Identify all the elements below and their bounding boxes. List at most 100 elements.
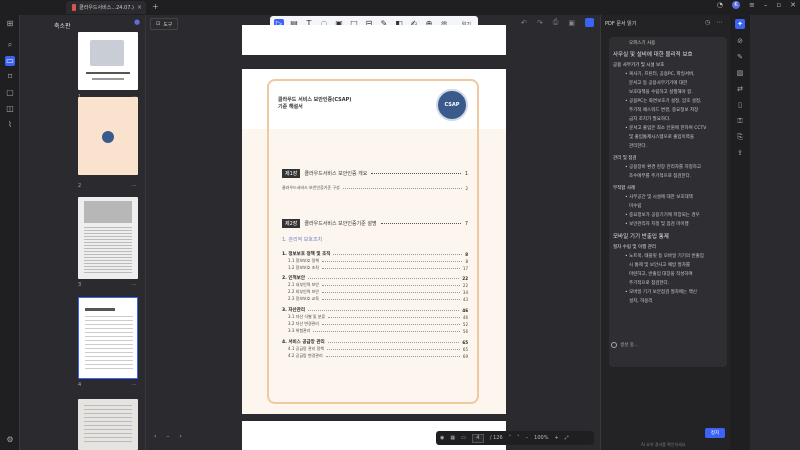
page-number-input[interactable]: 4 — [471, 433, 484, 443]
toc-label: 3.2 자산 변경관리 — [288, 321, 319, 326]
save-icon[interactable]: ▣ — [568, 19, 575, 27]
chapter-page: 1 — [464, 170, 468, 177]
summary-line: 금지 조치가 필요하다. — [629, 117, 671, 122]
thumbnail-more-icon[interactable]: ⋯ — [132, 282, 137, 288]
summary-line: 주기적 패스워드 변경, 중요정보 저장 — [629, 108, 699, 113]
toc-row[interactable]: 클라우드서비스 보안인증기준 구성 2 — [282, 185, 468, 191]
summary-line: 공용 사무기기 및 시설 보호 — [613, 63, 665, 68]
undo-icon[interactable]: ↶ — [521, 19, 527, 27]
toc-row[interactable]: 1.1 정보보호 정책 8 — [288, 258, 468, 264]
page-thumbnail-1[interactable] — [78, 32, 138, 90]
document-viewer: ⊡ 도구 ▷ ▤ T ◌ ▣ □ ⊟ ✎ ◧ ✍ ⊕ ♒ 읽기 ↶ ↷ ⎙ ▣ … — [146, 15, 600, 450]
close-tab-icon[interactable]: × — [137, 4, 142, 11]
toc-row[interactable]: 2.1 내부인력 보안 22 — [288, 282, 468, 288]
toc-row[interactable]: 3.1 자산 식별 및 분류 46 — [288, 314, 468, 320]
toc-row[interactable]: 1.2 정보보호 조직 17 — [288, 265, 468, 271]
zoom-in-icon[interactable]: + — [554, 435, 558, 441]
thumbnail-panel-title: 축소판 — [54, 23, 71, 30]
new-tab-button[interactable]: + — [152, 2, 159, 11]
summary-line: 사무실 및 설비에 대한 물리적 보호 — [613, 52, 693, 58]
toc-page: 43 — [462, 296, 468, 302]
toc-row[interactable]: 1. 정보보호 정책 및 조직 8 — [282, 251, 468, 258]
present-icon[interactable]: ▭ — [461, 435, 466, 441]
thumbnail-page-number: 2 — [78, 183, 82, 189]
fullscreen-icon[interactable]: ⤢ — [565, 435, 569, 441]
redo-icon[interactable]: ↷ — [537, 19, 543, 27]
menu-icon[interactable]: ≡ — [749, 1, 755, 9]
layers-icon[interactable]: ◫ — [5, 104, 15, 114]
toc-row[interactable]: 4.1 공급망 관리 정책 65 — [288, 346, 468, 352]
zoom-out-small-icon[interactable]: – — [166, 433, 169, 440]
close-window-icon[interactable]: ✕ — [790, 1, 796, 9]
toc-row[interactable]: 3.2 자산 변경관리 52 — [288, 321, 468, 327]
share-icon[interactable]: ⇪ — [735, 148, 745, 158]
toc-row[interactable]: 2. 인적보안 22 — [282, 275, 468, 282]
summary-line: 조수에부를 주기적으로 점검한다. — [629, 174, 692, 179]
export-icon[interactable]: ⎘ — [735, 132, 745, 142]
page-up-icon[interactable]: ˄ — [509, 435, 512, 441]
print-icon[interactable]: ⎙ — [553, 18, 559, 27]
image-icon[interactable]: ▨ — [735, 68, 745, 78]
toc-label: 2.2 외부인력 보안 — [288, 289, 319, 294]
summary-line: • 공용장비 환경 현장 관리자를 지정하고 — [625, 165, 702, 170]
page-thumbnail-2[interactable] — [78, 97, 138, 175]
protect-icon[interactable]: ⚿ — [735, 116, 745, 126]
maximize-icon[interactable]: ▫ — [776, 1, 781, 9]
comment-icon[interactable]: ▢ — [5, 88, 15, 98]
toc-row[interactable]: 2.2 외부인력 보안 34 — [288, 289, 468, 295]
page-nav: ‹ – › — [154, 433, 182, 440]
page-current: 클라우드 서비스 보안인증(CSAP) 기준 해설서 CSAP 제1장 클라우드… — [242, 69, 506, 414]
toc-row[interactable]: 2.3 정보보호 교육 43 — [288, 296, 468, 302]
tools-button[interactable]: ⊡ 도구 — [150, 18, 179, 30]
thumbnail-more-icon[interactable]: ⋯ — [132, 382, 137, 388]
chapter-2[interactable]: 제2장 클라우드서비스 보안인증기준 설명 7 — [282, 219, 468, 228]
toc-page: 65 — [462, 339, 468, 345]
more-icon[interactable]: ⋯ — [716, 19, 722, 26]
summary-card: 오피스기 사용 사무실 및 설비에 대한 물리적 보호 공용 사무기기 및 시설 보… — [609, 37, 727, 367]
document-title: 클라우드 서비스 보안인증(CSAP) 기준 해설서 — [278, 97, 352, 111]
attachment-icon[interactable]: ⌇ — [5, 120, 15, 130]
edit-icon[interactable]: ✎ — [735, 52, 745, 62]
search-icon[interactable]: ⌕ — [5, 40, 15, 50]
thumbnail-more-icon[interactable]: ⋯ — [132, 183, 137, 189]
page-thumbnail-5[interactable] — [78, 399, 138, 450]
toc-row[interactable]: 3. 자산관리 46 — [282, 307, 468, 314]
page-thumbnail-4[interactable] — [78, 297, 138, 379]
ai-icon[interactable] — [585, 18, 594, 27]
convert-icon[interactable]: ⇄ — [735, 84, 745, 94]
ai-assistant-icon[interactable]: ✦ — [735, 19, 745, 29]
layout-icon[interactable]: ▦ — [450, 435, 455, 441]
zoom-level[interactable]: 100% — [534, 435, 548, 441]
page-down-icon[interactable]: ˅ — [517, 435, 520, 441]
page-thumbnail-3[interactable] — [78, 197, 138, 279]
leader-line — [328, 316, 460, 318]
summary-line: 모바일 기기 반출입 통제 — [613, 234, 669, 240]
next-page-icon[interactable]: › — [179, 433, 181, 440]
pages-icon[interactable]: ▯ — [735, 100, 745, 110]
toc-row[interactable]: 3.3 위험관리 56 — [288, 328, 468, 334]
summary-line: 미수립 — [629, 204, 642, 209]
home-icon[interactable]: ⊞ — [5, 19, 15, 29]
toc-row[interactable]: 4. 서비스 공급망 관리 65 — [282, 339, 468, 346]
settings-icon[interactable]: ⚙ — [5, 435, 15, 445]
zoom-out-icon[interactable]: – — [526, 435, 529, 441]
blank-area — [750, 15, 800, 450]
toc-row[interactable]: 4.2 공급망 변경관리 69 — [288, 353, 468, 359]
history-icon[interactable]: ◷ — [705, 19, 710, 26]
check-icon[interactable]: ⊘ — [735, 36, 745, 46]
summary-line: 문서고 등 공용사무기기에 대한 — [629, 81, 688, 86]
summary-line: • 사무공간 및 시설에 대한 보호대책 — [625, 195, 693, 200]
toc-label: 2.1 내부인력 보안 — [288, 282, 319, 287]
prev-page-icon[interactable]: ‹ — [154, 433, 156, 440]
thumbnail-icon[interactable]: ▭ — [5, 56, 15, 66]
minimize-icon[interactable]: – — [764, 1, 768, 9]
avatar[interactable]: K — [732, 1, 740, 9]
toc-page: 8 — [465, 251, 468, 257]
bookmark-icon[interactable]: ⌑ — [5, 72, 15, 82]
chapter-1[interactable]: 제1장 클라우드서비스 보안인증 개요 1 — [282, 169, 468, 178]
notification-icon[interactable]: ◔ — [717, 1, 723, 9]
user-icon[interactable]: ● — [134, 18, 140, 26]
fit-icon[interactable]: ◉ — [440, 435, 444, 441]
document-tab[interactable]: 클라우드서비스...24.07.) × — [66, 1, 146, 14]
stop-button[interactable]: 정지 — [705, 428, 725, 438]
